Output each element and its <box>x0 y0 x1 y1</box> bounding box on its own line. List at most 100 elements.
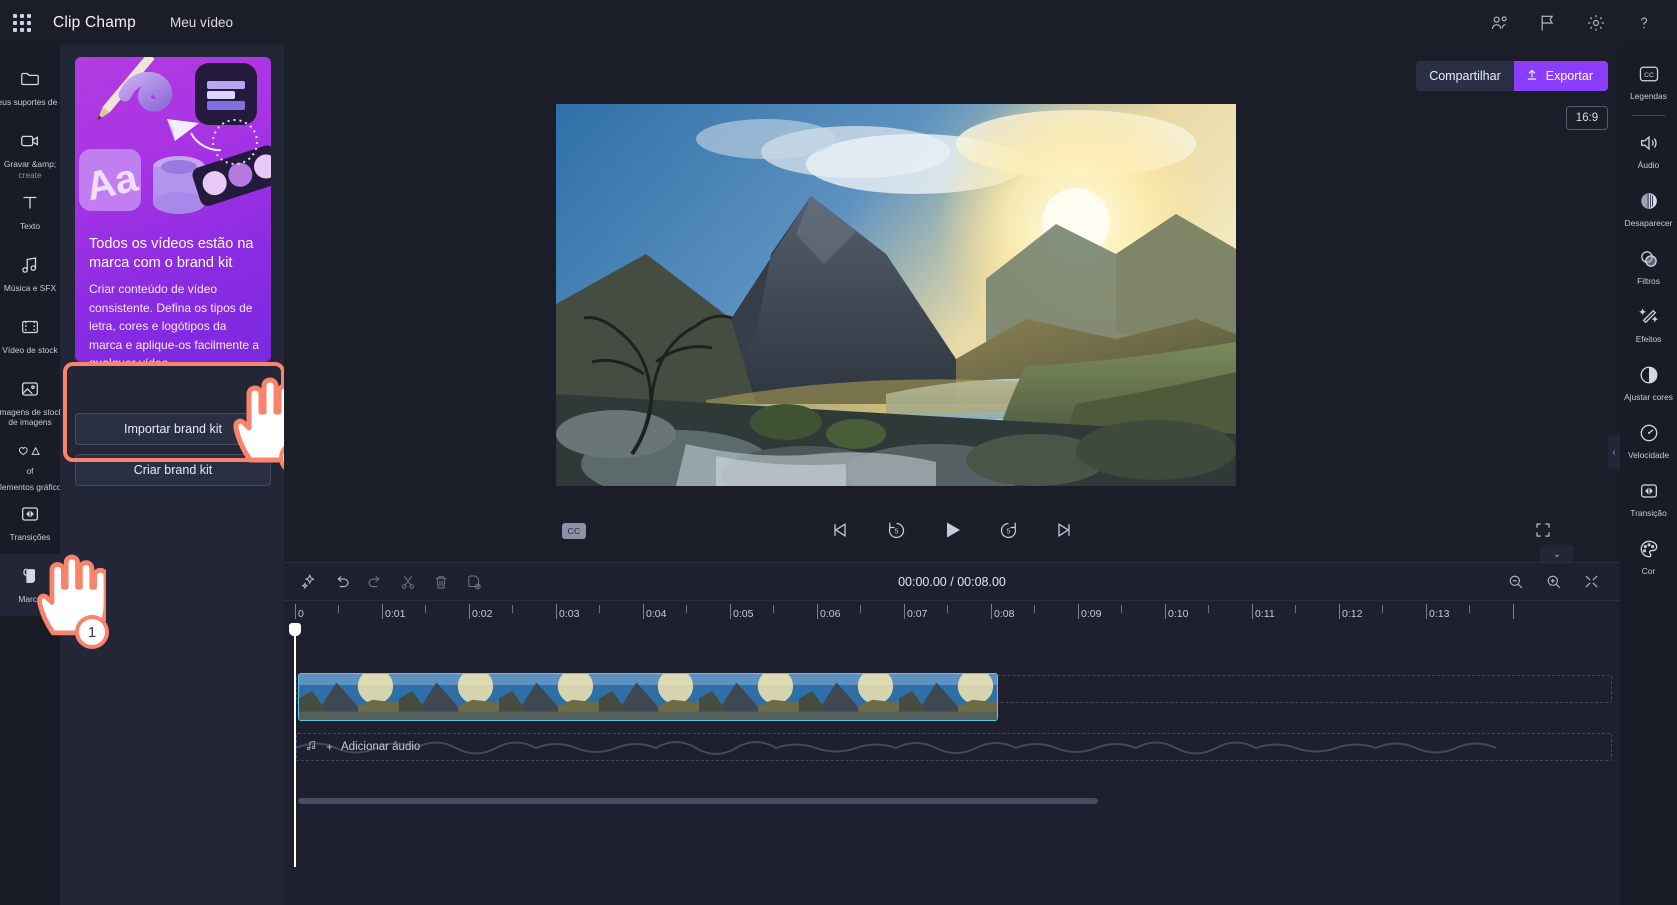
right-item-label: Transição <box>1630 508 1666 518</box>
project-name[interactable]: Meu vídeo <box>170 15 233 30</box>
brand-kit-panel: Aa <box>60 45 284 905</box>
sidebar-item-brand[interactable]: Marca <box>0 554 60 616</box>
right-rail-separator <box>1632 115 1666 116</box>
playhead[interactable] <box>294 627 296 867</box>
magic-wand-icon <box>1638 306 1660 328</box>
video-preview[interactable] <box>556 104 1236 486</box>
sidebar-item-graphics[interactable]: of Elementos gráficos <box>0 429 60 492</box>
right-item-label: Efeitos <box>1636 334 1662 344</box>
clip-thumbnail <box>399 674 499 720</box>
export-button[interactable]: Exportar <box>1514 61 1608 91</box>
brand-kit-actions: Importar brand kit Criar brand kit <box>75 413 271 486</box>
contrast-icon <box>1638 364 1660 386</box>
chevron-down-icon[interactable]: ⌄ <box>1540 545 1574 563</box>
text-icon <box>18 191 42 215</box>
top-bar: Clip Champ Meu vídeo <box>0 0 1677 45</box>
magic-effects-icon[interactable] <box>296 569 322 595</box>
right-item-fade[interactable]: Desaparecer <box>1620 180 1677 238</box>
svg-text:5: 5 <box>894 528 898 535</box>
ruler-label: 0:03 <box>559 608 579 620</box>
sidebar-item-transitions[interactable]: Transições <box>0 492 60 554</box>
sidebar-item-sublabel: create <box>18 170 41 180</box>
shapes-icon <box>18 439 42 463</box>
share-people-icon[interactable] <box>1489 12 1511 34</box>
import-brand-kit-button[interactable]: Importar brand kit <box>75 413 271 445</box>
timeline: 00:00.00 / 00:08.00 <box>284 562 1620 905</box>
audio-waveform <box>296 735 1496 761</box>
fullscreen-icon[interactable] <box>1534 521 1552 544</box>
upload-icon <box>1525 68 1539 85</box>
right-item-transition[interactable]: Transição <box>1620 470 1677 528</box>
zoom-out-icon[interactable] <box>1502 569 1528 595</box>
sidebar-item-my-media[interactable]: Os meus suportes de dados <box>0 57 60 119</box>
forward-5-icon[interactable]: 5 <box>995 517 1021 543</box>
timeline-ruler[interactable]: 0 0:01 0:02 0:03 0:04 0:05 0:06 0:07 0:0 <box>284 601 1620 627</box>
stage-actions: Compartilhar Exportar <box>1416 61 1608 91</box>
right-item-speed[interactable]: Velocidade <box>1620 412 1677 470</box>
music-note-icon <box>18 253 42 277</box>
clip-thumbnail <box>699 674 799 720</box>
clip-thumbnail <box>599 674 699 720</box>
right-item-audio[interactable]: Áudio <box>1620 122 1677 180</box>
create-brand-kit-button[interactable]: Criar brand kit <box>75 454 271 486</box>
sidebar-item-label: Marca <box>18 594 41 604</box>
redo-icon[interactable] <box>362 569 388 595</box>
svg-text:CC: CC <box>1644 72 1654 79</box>
play-button[interactable] <box>939 517 965 543</box>
right-item-label: Filtros <box>1637 276 1660 286</box>
timeline-tracks: + Adicionar texto + Adicionar <box>284 627 1620 807</box>
preview-stage: Compartilhar Exportar 16:9 <box>284 45 1620 562</box>
folder-icon <box>18 67 42 91</box>
color-palette-icon <box>1638 538 1660 560</box>
brand-title: Clip Champ <box>53 14 136 32</box>
brand-icon <box>18 564 42 588</box>
clip-thumbnail <box>499 674 599 720</box>
flag-feedback-icon[interactable] <box>1537 12 1559 34</box>
gear-icon[interactable] <box>1585 12 1607 34</box>
undo-icon[interactable] <box>329 569 355 595</box>
film-strip-icon <box>18 315 42 339</box>
right-item-filters[interactable]: Filtros <box>1620 238 1677 296</box>
right-item-label: Cor <box>1642 566 1656 576</box>
speaker-icon <box>1638 132 1660 154</box>
sidebar-item-music-sfx[interactable]: Música e SFX <box>0 243 60 305</box>
video-clip[interactable] <box>298 673 998 721</box>
camera-record-icon <box>18 129 42 153</box>
duplicate-icon[interactable] <box>461 569 487 595</box>
rewind-5-icon[interactable]: 5 <box>883 517 909 543</box>
right-item-color[interactable]: Cor <box>1620 528 1677 586</box>
panel-collapse-button[interactable]: ‹ <box>1608 435 1620 469</box>
fade-icon <box>1638 190 1660 212</box>
speedometer-icon <box>1638 422 1660 444</box>
timeline-horizontal-scrollbar[interactable] <box>298 798 1098 804</box>
right-item-adjust-colors[interactable]: Ajustar cores <box>1620 354 1677 412</box>
transition-icon <box>18 502 42 526</box>
sidebar-item-label: Elementos gráficos <box>0 482 66 492</box>
filters-icon <box>1638 248 1660 270</box>
help-icon[interactable] <box>1633 12 1655 34</box>
split-scissors-icon[interactable] <box>395 569 421 595</box>
sidebar-item-stock-video[interactable]: Vídeo de stock <box>0 305 60 367</box>
sidebar-item-record-create[interactable]: Gravar &amp; create <box>0 119 60 181</box>
skip-forward-icon[interactable] <box>1051 517 1077 543</box>
skip-back-icon[interactable] <box>827 517 853 543</box>
current-time: 00:00.00 <box>898 575 947 589</box>
ruler-label: 0:06 <box>820 608 840 620</box>
brand-kit-promo-text: Todos os vídeos estão na marca com o bra… <box>89 235 261 362</box>
sidebar-item-label: Gravar &amp; <box>4 159 56 169</box>
sidebar-item-text[interactable]: Texto <box>0 181 60 243</box>
share-button[interactable]: Compartilhar <box>1416 61 1514 91</box>
fit-timeline-icon[interactable] <box>1578 569 1604 595</box>
ruler-label: 0:05 <box>733 608 753 620</box>
timeline-toolbar: 00:00.00 / 00:08.00 <box>284 563 1620 601</box>
delete-trash-icon[interactable] <box>428 569 454 595</box>
timeline-tools <box>296 569 487 595</box>
right-item-label: Ajustar cores <box>1624 392 1673 402</box>
right-item-effects[interactable]: Efeitos <box>1620 296 1677 354</box>
sidebar-item-stock-images[interactable]: Imagens de stock de imagens <box>0 367 60 429</box>
right-item-captions[interactable]: CC Legendas <box>1620 53 1677 111</box>
zoom-in-icon[interactable] <box>1540 569 1566 595</box>
app-launcher-icon[interactable] <box>9 10 35 36</box>
ruler-label: 0:09 <box>1081 608 1101 620</box>
aspect-ratio-button[interactable]: 16:9 <box>1566 106 1608 130</box>
